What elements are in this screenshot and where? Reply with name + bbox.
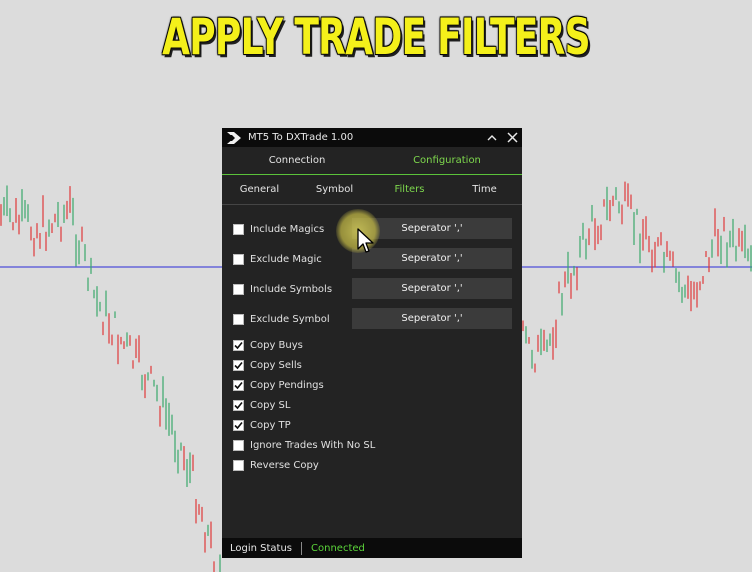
minimize-button[interactable] [484, 130, 500, 145]
status-divider [301, 541, 303, 555]
copy-sl-label: Copy SL [250, 399, 291, 411]
caret-up-icon [487, 134, 497, 140]
close-icon [506, 132, 518, 143]
copy-sells-label: Copy Sells [250, 359, 302, 371]
status-bar: Login Status Connected [222, 538, 522, 558]
checkmark-icon [234, 421, 243, 429]
option-row-ignore-no-sl: Ignore Trades With No SL [233, 438, 375, 452]
ignore-no-sl-checkbox[interactable] [233, 439, 244, 451]
checkmark-icon [234, 381, 243, 389]
copy-pendings-checkbox[interactable] [233, 379, 244, 391]
option-row-copy-pendings: Copy Pendings [233, 378, 324, 392]
exclude-magic-checkbox[interactable] [233, 253, 244, 265]
option-row-copy-sl: Copy SL [233, 398, 290, 412]
title-bar[interactable]: MT5 To DXTrade 1.00 [222, 128, 522, 147]
copy-buys-checkbox[interactable] [233, 339, 244, 351]
checkmark-icon [234, 401, 243, 409]
option-row-copy-tp: Copy TP [233, 418, 291, 432]
option-row-copy-sells: Copy Sells [233, 358, 302, 372]
checkmark-icon [234, 341, 243, 349]
tab-symbol[interactable]: Symbol [297, 175, 372, 204]
option-row-reverse-copy: Reverse Copy [233, 458, 319, 472]
exclude-symbol-input[interactable]: Seperator ',' [352, 308, 512, 329]
tab-filters[interactable]: Filters [372, 175, 447, 204]
include-magics-label: Include Magics [250, 223, 325, 235]
ignore-no-sl-label: Ignore Trades With No SL [250, 439, 376, 451]
app-window: MT5 To DXTrade 1.00 Connection Configura… [222, 128, 522, 558]
checkmark-icon [234, 361, 243, 369]
arrow-logo-icon [226, 131, 242, 145]
reverse-copy-checkbox[interactable] [233, 459, 244, 471]
close-button[interactable] [504, 130, 520, 145]
filter-row-include-symbols: Include Symbols [233, 282, 332, 296]
login-status-value: Connected [311, 542, 365, 554]
include-symbols-input[interactable]: Seperator ',' [352, 278, 512, 299]
option-row-copy-buys: Copy Buys [233, 338, 303, 352]
copy-sells-checkbox[interactable] [233, 359, 244, 371]
mouse-pointer-icon [357, 228, 374, 253]
sub-tabs: General Symbol Filters Time [222, 175, 522, 205]
banner-title: APPLY TRADE FILTERS [162, 8, 591, 66]
include-symbols-label: Include Symbols [250, 283, 333, 295]
exclude-magic-label: Exclude Magic [250, 253, 322, 265]
exclude-symbol-checkbox[interactable] [233, 313, 244, 325]
window-title: MT5 To DXTrade 1.00 [248, 132, 354, 143]
copy-tp-label: Copy TP [250, 419, 291, 431]
copy-sl-checkbox[interactable] [233, 399, 244, 411]
reverse-copy-label: Reverse Copy [250, 459, 319, 471]
copy-tp-checkbox[interactable] [233, 419, 244, 431]
include-symbols-checkbox[interactable] [233, 283, 244, 295]
tab-configuration[interactable]: Configuration [372, 147, 522, 174]
tab-connection[interactable]: Connection [222, 147, 372, 174]
include-magics-checkbox[interactable] [233, 223, 244, 235]
copy-pendings-label: Copy Pendings [250, 379, 324, 391]
filter-row-include-magics: Include Magics [233, 222, 324, 236]
filter-row-exclude-symbol: Exclude Symbol [233, 312, 330, 326]
tab-time[interactable]: Time [447, 175, 522, 204]
tab-general[interactable]: General [222, 175, 297, 204]
login-status-label: Login Status [230, 542, 293, 554]
main-tabs: Connection Configuration [222, 147, 522, 175]
filter-row-exclude-magic: Exclude Magic [233, 252, 322, 266]
exclude-magic-input[interactable]: Seperator ',' [352, 248, 512, 269]
copy-buys-label: Copy Buys [250, 339, 303, 351]
exclude-symbol-label: Exclude Symbol [250, 313, 330, 325]
